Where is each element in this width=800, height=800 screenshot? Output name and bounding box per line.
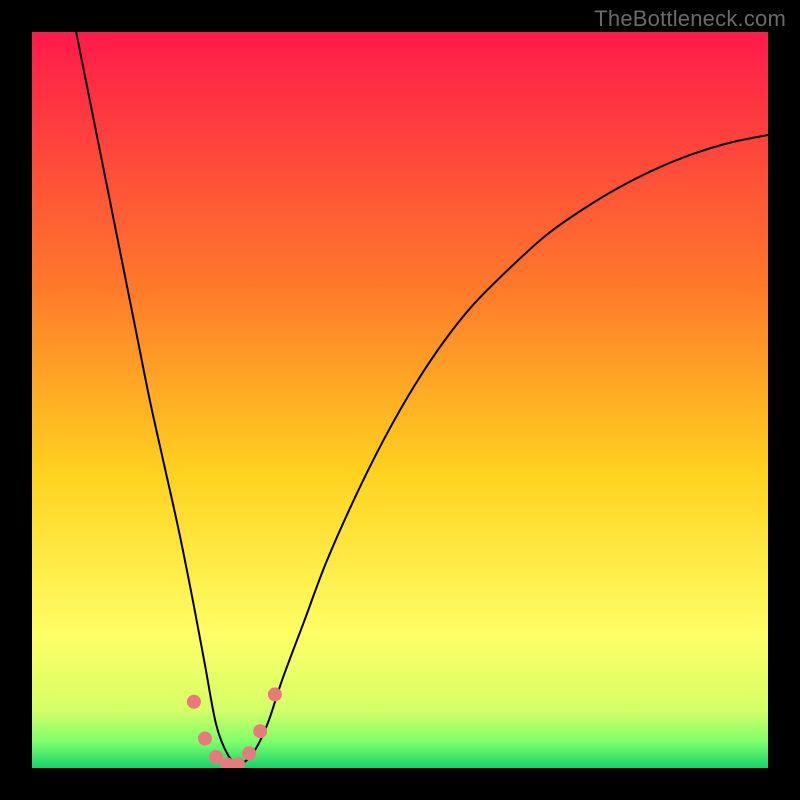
plot-svg xyxy=(32,32,768,768)
marker-dot xyxy=(242,746,256,760)
watermark-label: TheBottleneck.com xyxy=(594,6,786,32)
marker-dot xyxy=(198,732,212,746)
gradient-background xyxy=(32,32,768,768)
plot-area xyxy=(32,32,768,768)
marker-dot xyxy=(187,695,201,709)
chart-frame: TheBottleneck.com xyxy=(0,0,800,800)
marker-dot xyxy=(253,724,267,738)
marker-dot xyxy=(268,687,282,701)
